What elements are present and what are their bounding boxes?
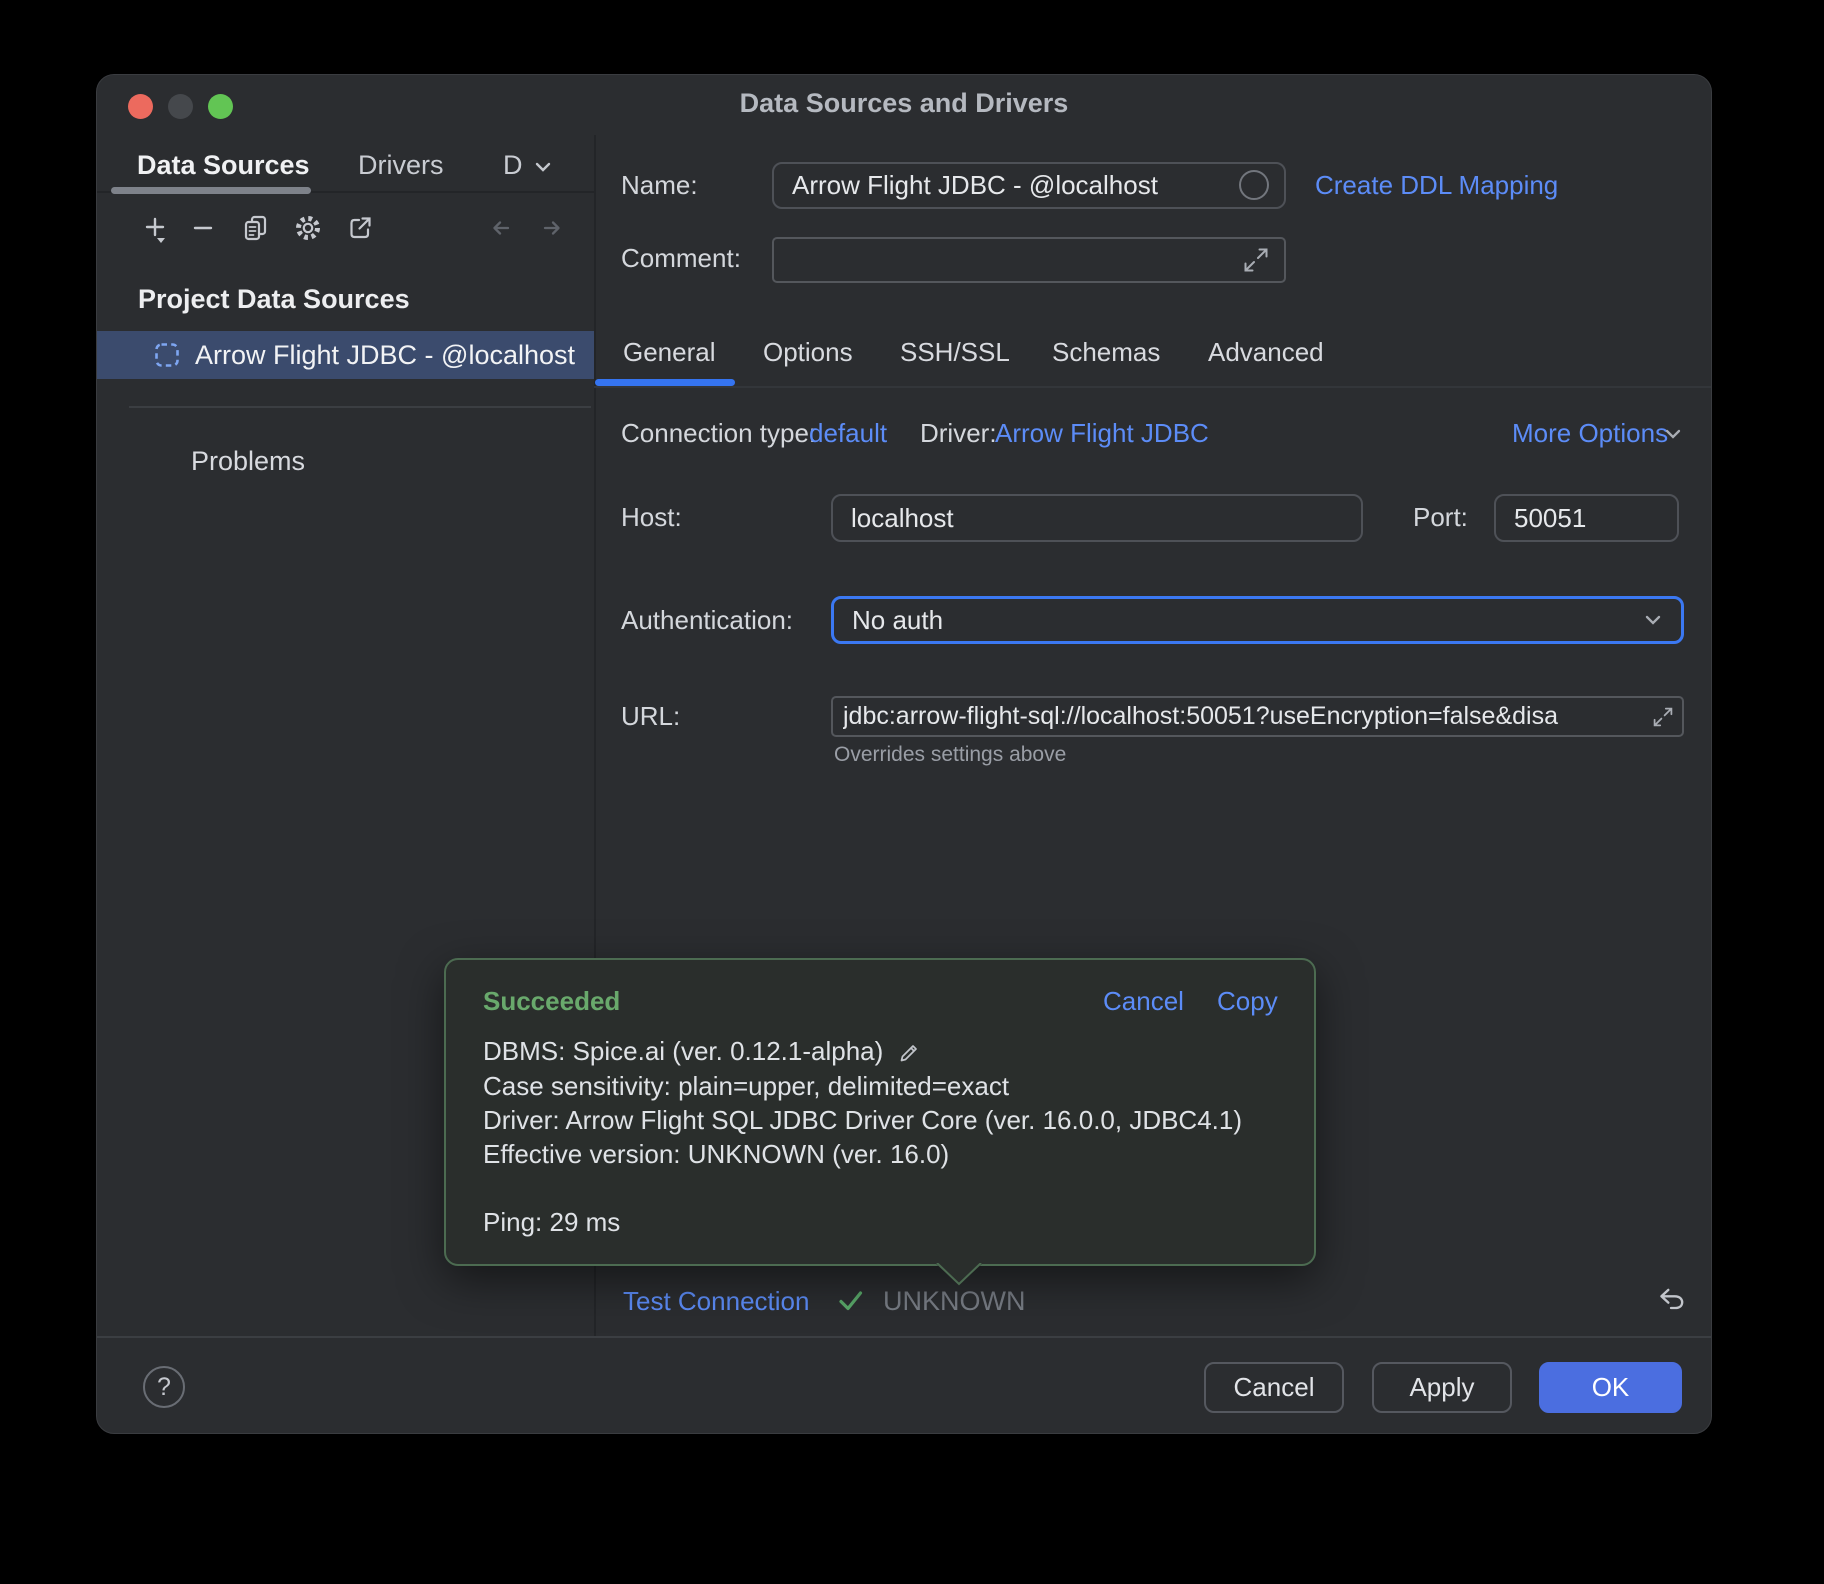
popup-cancel-link[interactable]: Cancel: [1103, 986, 1184, 1016]
gear-icon[interactable]: [293, 212, 323, 244]
status-succeeded: Succeeded: [483, 986, 620, 1016]
url-hint: Overrides settings above: [834, 743, 1066, 767]
chevron-down-icon: [1641, 608, 1665, 632]
more-options-link[interactable]: More Options: [1512, 418, 1668, 448]
popup-copy-link[interactable]: Copy: [1217, 986, 1278, 1016]
connection-type-label: Connection type:: [621, 418, 816, 448]
tab-overflow-chevron-icon[interactable]: [531, 155, 555, 179]
forward-arrow-icon[interactable]: [537, 212, 567, 244]
test-result-text: UNKNOWN: [883, 1286, 1026, 1316]
port-label: Port:: [1413, 502, 1468, 532]
progress-circle-icon: [1239, 170, 1269, 200]
data-sources-dialog: Data Sources and Drivers Data Sources Dr…: [96, 74, 1712, 1434]
connection-type-value-link[interactable]: default: [809, 418, 887, 448]
test-connection-result-popup: Succeeded Cancel Copy DBMS: Spice.ai (ve…: [444, 958, 1316, 1266]
more-options-chevron-icon[interactable]: [1661, 422, 1685, 446]
tabs-divider: [594, 386, 1711, 388]
authentication-select[interactable]: No auth: [831, 596, 1684, 644]
duplicate-button[interactable]: [241, 212, 271, 244]
tab-data-sources[interactable]: Data Sources: [137, 149, 310, 181]
tab-options[interactable]: Options: [763, 336, 853, 368]
name-input[interactable]: [772, 162, 1286, 209]
create-ddl-mapping-link[interactable]: Create DDL Mapping: [1315, 170, 1558, 200]
effective-version-line: Effective version: UNKNOWN (ver. 16.0): [483, 1139, 949, 1169]
help-button[interactable]: ?: [143, 1366, 185, 1408]
ping-line: Ping: 29 ms: [483, 1207, 620, 1237]
window-title: Data Sources and Drivers: [97, 87, 1711, 119]
comment-label: Comment:: [621, 243, 741, 273]
url-input[interactable]: [831, 696, 1684, 737]
driver-version-line: Driver: Arrow Flight SQL JDBC Driver Cor…: [483, 1105, 1242, 1135]
host-label: Host:: [621, 502, 682, 532]
back-arrow-icon[interactable]: [486, 212, 516, 244]
tab-general[interactable]: General: [623, 336, 716, 368]
case-sensitivity-line: Case sensitivity: plain=upper, delimited…: [483, 1071, 1009, 1101]
comment-input[interactable]: [772, 237, 1286, 283]
tab-ddl-truncated[interactable]: D: [503, 149, 527, 181]
sidebar-separator: [129, 406, 591, 408]
data-source-item-label: Arrow Flight JDBC - @localhost: [195, 340, 575, 370]
apply-button[interactable]: Apply: [1372, 1362, 1512, 1413]
ok-button[interactable]: OK: [1539, 1362, 1682, 1413]
host-input[interactable]: [831, 494, 1363, 542]
dbms-line: DBMS: Spice.ai (ver. 0.12.1-alpha): [483, 1036, 883, 1066]
tab-schemas[interactable]: Schemas: [1052, 336, 1160, 368]
tab-drivers[interactable]: Drivers: [358, 149, 444, 181]
expand-comment-icon[interactable]: [1241, 245, 1271, 275]
authentication-label: Authentication:: [621, 605, 793, 635]
cancel-button[interactable]: Cancel: [1204, 1362, 1344, 1413]
name-label: Name:: [621, 170, 698, 200]
sidebar-item-problems[interactable]: Problems: [191, 446, 305, 476]
tab-ssh-ssl[interactable]: SSH/SSL: [900, 336, 1010, 368]
active-tab-indicator: [111, 187, 311, 194]
active-form-tab-indicator: [595, 379, 735, 386]
driver-value-link[interactable]: Arrow Flight JDBC: [995, 418, 1209, 448]
add-data-source-button[interactable]: [140, 212, 170, 244]
data-source-list-item[interactable]: Arrow Flight JDBC - @localhost: [97, 331, 594, 379]
screen: Data Sources and Drivers Data Sources Dr…: [0, 0, 1824, 1584]
undo-icon[interactable]: [1655, 1284, 1687, 1316]
remove-data-source-button[interactable]: [188, 212, 218, 244]
authentication-selected-value: No auth: [852, 599, 943, 641]
project-data-sources-header: Project Data Sources: [138, 284, 410, 314]
tab-advanced[interactable]: Advanced: [1208, 336, 1324, 368]
port-input[interactable]: [1494, 494, 1679, 542]
open-in-new-window-icon[interactable]: [345, 212, 375, 244]
url-label: URL:: [621, 701, 680, 731]
footer-divider: [97, 1336, 1711, 1338]
arrow-flight-datasource-icon: [153, 341, 181, 369]
edit-dbms-pencil-icon[interactable]: [898, 1038, 924, 1064]
test-connection-link[interactable]: Test Connection: [623, 1286, 809, 1316]
popup-callout-arrow: [935, 1263, 983, 1289]
driver-label: Driver:: [920, 418, 997, 448]
success-check-icon: [835, 1285, 867, 1317]
expand-url-icon[interactable]: [1651, 705, 1675, 729]
